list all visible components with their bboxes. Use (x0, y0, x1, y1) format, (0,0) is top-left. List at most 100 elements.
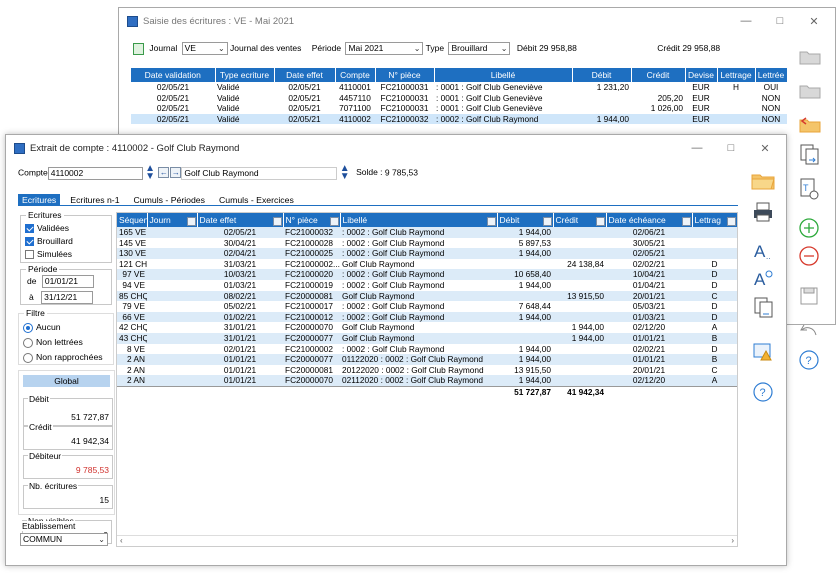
copy-document-icon[interactable] (748, 295, 778, 321)
open-folder-icon[interactable] (797, 44, 823, 68)
maximize-button[interactable]: □ (763, 8, 797, 34)
document-settings-icon[interactable]: T (796, 176, 822, 202)
prev-compte-button[interactable]: ← (158, 166, 170, 178)
print-icon[interactable] (748, 199, 778, 225)
table-row[interactable]: 02/05/21 Validé 02/05/21 4110001 FC21000031:… (131, 82, 787, 93)
table-cell: FC21000019 (285, 279, 333, 290)
table-row[interactable]: 130 VE 02/04/21 FC21000025: 0002 : Golf Cl… (117, 248, 737, 259)
grid-col-header[interactable]: Lettrag (692, 213, 737, 227)
filter-icon[interactable] (329, 216, 339, 226)
bg-col-header[interactable]: Devise (685, 68, 718, 82)
date-a-input[interactable]: 31/12/21 (41, 291, 94, 305)
brouillard-checkbox[interactable]: Brouillard (25, 235, 73, 248)
table-row[interactable]: 94 VE 01/03/21 FC21000019: 0002 : Golf Clu… (117, 279, 737, 291)
bg-col-header[interactable]: Compte (335, 68, 376, 82)
table-row[interactable]: 02/05/21 Validé 02/05/21 4110002 FC21000032:… (131, 113, 787, 125)
compte-input[interactable]: 4110002 (47, 166, 143, 180)
table-row[interactable]: 85 CHQ 08/02/21 FC20000081 Golf Club Raymon… (117, 290, 737, 302)
fg-minimize-button[interactable]: — (680, 135, 714, 161)
grid-col-header[interactable]: Date échéance (606, 213, 693, 227)
bg-col-header[interactable]: Débit (572, 68, 632, 82)
filter-icon[interactable] (186, 216, 196, 226)
table-row[interactable]: 97 VE 10/03/21 FC21000020: 0002 : Golf Clu… (117, 269, 737, 280)
table-row[interactable]: 43 CHQ 31/01/21 FC20000077 Golf Club Raymon… (117, 332, 737, 344)
etablissement-combo[interactable]: COMMUN ⌄ (20, 533, 108, 546)
bg-col-header[interactable]: Libellé (434, 68, 573, 82)
periode-combo[interactable]: Mai 2021 ⌄ (345, 42, 424, 55)
next-compte-button[interactable]: → (170, 166, 182, 178)
bg-col-header[interactable]: Lettrage (717, 68, 756, 82)
open-folder-2-icon[interactable] (797, 78, 823, 102)
filter-icon[interactable] (542, 216, 552, 226)
table-row[interactable]: 2 AN 01/01/21 FC20000081 20122020 : 0002 : … (117, 364, 737, 376)
filter-icon[interactable] (595, 216, 605, 226)
table-cell (147, 269, 197, 280)
date-de-input[interactable]: 01/01/21 (41, 275, 94, 289)
table-row[interactable]: 121 CHQ 31/03/21 FC21000002...Golf Club Ra… (117, 258, 737, 270)
filter-icon[interactable] (726, 216, 736, 226)
grid-col-header[interactable]: Libellé (340, 213, 498, 227)
filter-icon[interactable] (272, 216, 282, 226)
table-row[interactable]: 2 AN 01/01/21 FC20000070 02112020 : 0002 : … (117, 375, 737, 387)
table-cell: B (711, 332, 718, 343)
table-cell (497, 322, 553, 333)
folder-return-icon[interactable] (797, 112, 823, 136)
bg-col-header[interactable]: N° pièce (375, 68, 435, 82)
table-row[interactable]: 79 VE 05/02/21 FC21000017: 0002 : Golf Clu… (117, 301, 737, 312)
help-icon[interactable]: ? (796, 348, 822, 372)
table-row[interactable]: 42 CHQ 31/01/21 FC20000070 Golf Club Raymon… (117, 322, 737, 333)
filter-icon[interactable] (486, 216, 496, 226)
table-cell: 1 231,20 (596, 82, 629, 92)
fg-close-button[interactable]: ✕ (748, 135, 782, 161)
grid-col-header[interactable]: Crédit (553, 213, 607, 227)
table-row[interactable]: 145 VE 30/04/21 FC21000028: 0002 : Golf Cl… (117, 237, 737, 249)
journal-lock-icon[interactable] (133, 42, 144, 55)
copy-document-icon[interactable] (796, 142, 822, 166)
table-cell: EUR (685, 113, 717, 125)
font-icon[interactable]: A.. (748, 239, 778, 263)
validees-checkbox[interactable]: Validées (25, 222, 73, 235)
table-cell: 05/02/21 (223, 301, 257, 312)
add-icon[interactable] (796, 216, 822, 240)
bg-col-header[interactable]: Date validation (131, 68, 216, 82)
close-button[interactable]: ✕ (797, 8, 831, 34)
non-rapprochees-radio[interactable]: Non rapprochées (23, 350, 103, 365)
warning-document-icon[interactable] (748, 339, 778, 365)
table-cell: 02/05/21 (288, 92, 321, 103)
simulees-checkbox[interactable]: Simulées (25, 248, 73, 261)
table-row[interactable]: 2 AN 01/01/21 FC20000077 01122020 : 0002 : … (117, 354, 737, 365)
table-row[interactable]: 02/05/21 Validé 02/05/21 7071100 FC21000031:… (131, 103, 787, 114)
table-row[interactable]: 8 VE 02/01/21 FC21000002: 0002 : Golf Club… (117, 343, 737, 355)
table-row[interactable]: 02/05/21 Validé 02/05/21 4457110 FC21000031:… (131, 93, 787, 104)
remove-icon[interactable] (796, 244, 822, 268)
table-cell: 2 AN (127, 354, 145, 365)
table-cell: : 0002 : Golf Club Raymond (434, 113, 572, 125)
solde-spin-icon[interactable]: ▲ ▼ (340, 164, 350, 182)
journal-combo[interactable]: VE ⌄ (181, 42, 228, 55)
save-icon[interactable] (796, 284, 822, 308)
undo-icon[interactable] (796, 320, 822, 342)
bg-col-header[interactable]: Crédit (631, 68, 686, 82)
bg-col-header[interactable]: Lettrée (755, 68, 788, 82)
bg-col-header[interactable]: Type ecriture (215, 68, 275, 82)
minimize-button[interactable]: — (729, 8, 763, 34)
bg-col-header[interactable]: Date effet (274, 68, 336, 82)
compte-spin-icon[interactable]: ▲ ▼ (145, 164, 155, 182)
fg-maximize-button[interactable]: □ (714, 135, 748, 161)
table-cell (147, 312, 197, 323)
grid-col-header[interactable]: Débit (497, 213, 554, 227)
grid-col-header[interactable]: N° pièce (283, 213, 341, 227)
horizontal-scrollbar[interactable]: ‹ › (117, 535, 737, 546)
grid-col-header[interactable]: Date effet (197, 213, 284, 227)
font-settings-icon[interactable]: A (748, 267, 778, 291)
type-combo[interactable]: Brouillard ⌄ (448, 42, 511, 55)
table-row[interactable]: 66 VE 01/02/21 FC21000012: 0002 : Golf Clu… (117, 311, 737, 323)
grid-col-header[interactable]: Séquen (117, 213, 148, 227)
grid-col-header[interactable]: Journ (147, 213, 198, 227)
filter-icon[interactable] (681, 216, 691, 226)
open-folder-icon[interactable] (748, 167, 778, 193)
table-row[interactable]: 165 VE 02/05/21 FC21000032: 0002 : Golf Cl… (117, 227, 737, 238)
fg-help-icon[interactable]: ? (748, 379, 778, 405)
non-lettrees-radio[interactable]: Non lettrées (23, 335, 103, 350)
aucun-radio[interactable]: Aucun (23, 320, 103, 335)
